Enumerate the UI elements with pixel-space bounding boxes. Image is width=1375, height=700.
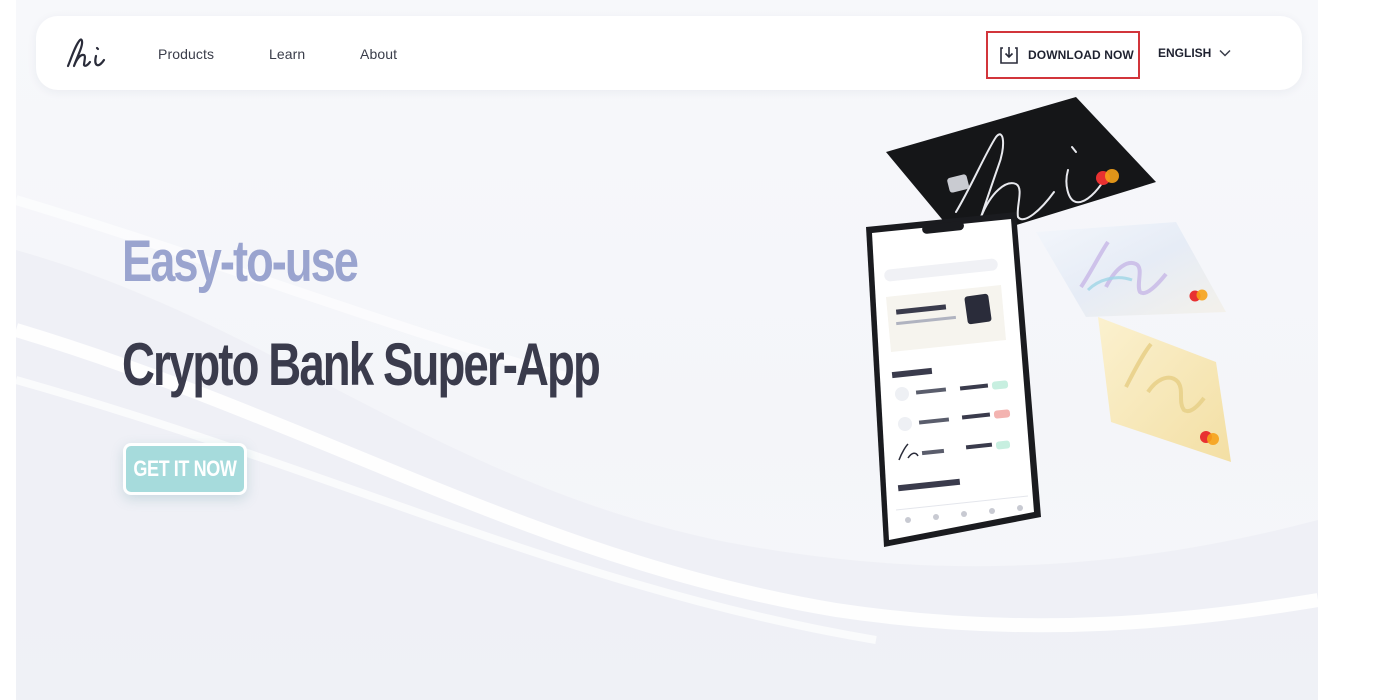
iridescent-card	[1036, 222, 1226, 317]
nav-learn[interactable]: Learn	[269, 46, 305, 62]
language-label: ENGLISH	[1158, 46, 1212, 60]
get-it-now-button[interactable]: GET IT NOW	[123, 443, 247, 495]
hero-headline-bottom: Crypto Bank Super-App	[122, 331, 601, 398]
hi-logo-icon[interactable]	[62, 36, 120, 72]
hero-headline-top: Easy-to-use	[122, 229, 359, 294]
download-now-label: DOWNLOAD NOW	[1028, 48, 1134, 62]
hero-illustration	[866, 97, 1231, 547]
top-navbar: Products Learn About DOWNLOAD NOW ENGLIS…	[36, 16, 1302, 90]
page: Products Learn About DOWNLOAD NOW ENGLIS…	[16, 0, 1318, 700]
get-it-now-label: GET IT NOW	[133, 456, 237, 481]
language-selector[interactable]: ENGLISH	[1158, 46, 1231, 60]
nav-products[interactable]: Products	[158, 46, 214, 62]
download-now-button[interactable]: DOWNLOAD NOW	[986, 31, 1140, 79]
gold-card	[1098, 317, 1231, 462]
chevron-down-icon	[1219, 49, 1231, 57]
nav-about[interactable]: About	[360, 46, 397, 62]
black-card	[886, 97, 1156, 242]
phone-mockup	[866, 212, 1041, 547]
download-icon	[1000, 47, 1018, 64]
